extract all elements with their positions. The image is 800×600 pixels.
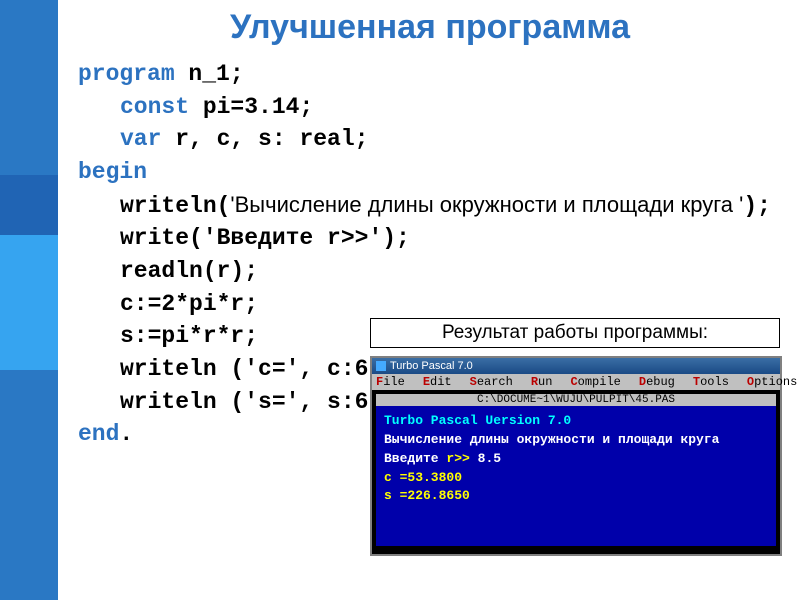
menu-file: File xyxy=(376,375,405,389)
menu-edit: Edit xyxy=(423,375,452,389)
keyword-var: var xyxy=(120,126,161,152)
window-titlebar: Turbo Pascal 7.0 xyxy=(372,358,780,374)
menu-options: Options xyxy=(747,375,797,389)
output-input-line: Введите r>> 8.5 xyxy=(384,450,768,469)
slide-title: Улучшенная программа xyxy=(90,8,770,47)
output-c: c =53.3800 xyxy=(384,469,768,488)
keyword-const: const xyxy=(120,94,189,120)
output-version: Turbo Pascal Uersion 7.0 xyxy=(384,412,768,431)
menu-compile: Compile xyxy=(570,375,620,389)
menu-run: Run xyxy=(531,375,553,389)
output-s: s =226.8650 xyxy=(384,487,768,506)
terminal-output: Turbo Pascal Uersion 7.0 Вычисление длин… xyxy=(376,406,776,546)
turbo-pascal-window: Turbo Pascal 7.0 File Edit Search Run Co… xyxy=(370,356,782,556)
app-icon xyxy=(376,361,386,371)
keyword-end: end xyxy=(78,421,119,447)
keyword-begin: begin xyxy=(78,159,147,185)
menu-tools: Tools xyxy=(693,375,729,389)
slide-left-accent xyxy=(0,0,58,600)
menu-debug: Debug xyxy=(639,375,675,389)
result-caption: Результат работы программы: xyxy=(370,318,780,348)
file-path-bar: C:\DOCUME~1\WUJU\PULPIT\45.PAS xyxy=(376,394,776,406)
output-prompt1: Вычисление длины окружности и площади кр… xyxy=(384,431,768,450)
menu-bar: File Edit Search Run Compile Debug Tools… xyxy=(372,374,780,390)
menu-search: Search xyxy=(470,375,513,389)
keyword-program: program xyxy=(78,61,175,87)
